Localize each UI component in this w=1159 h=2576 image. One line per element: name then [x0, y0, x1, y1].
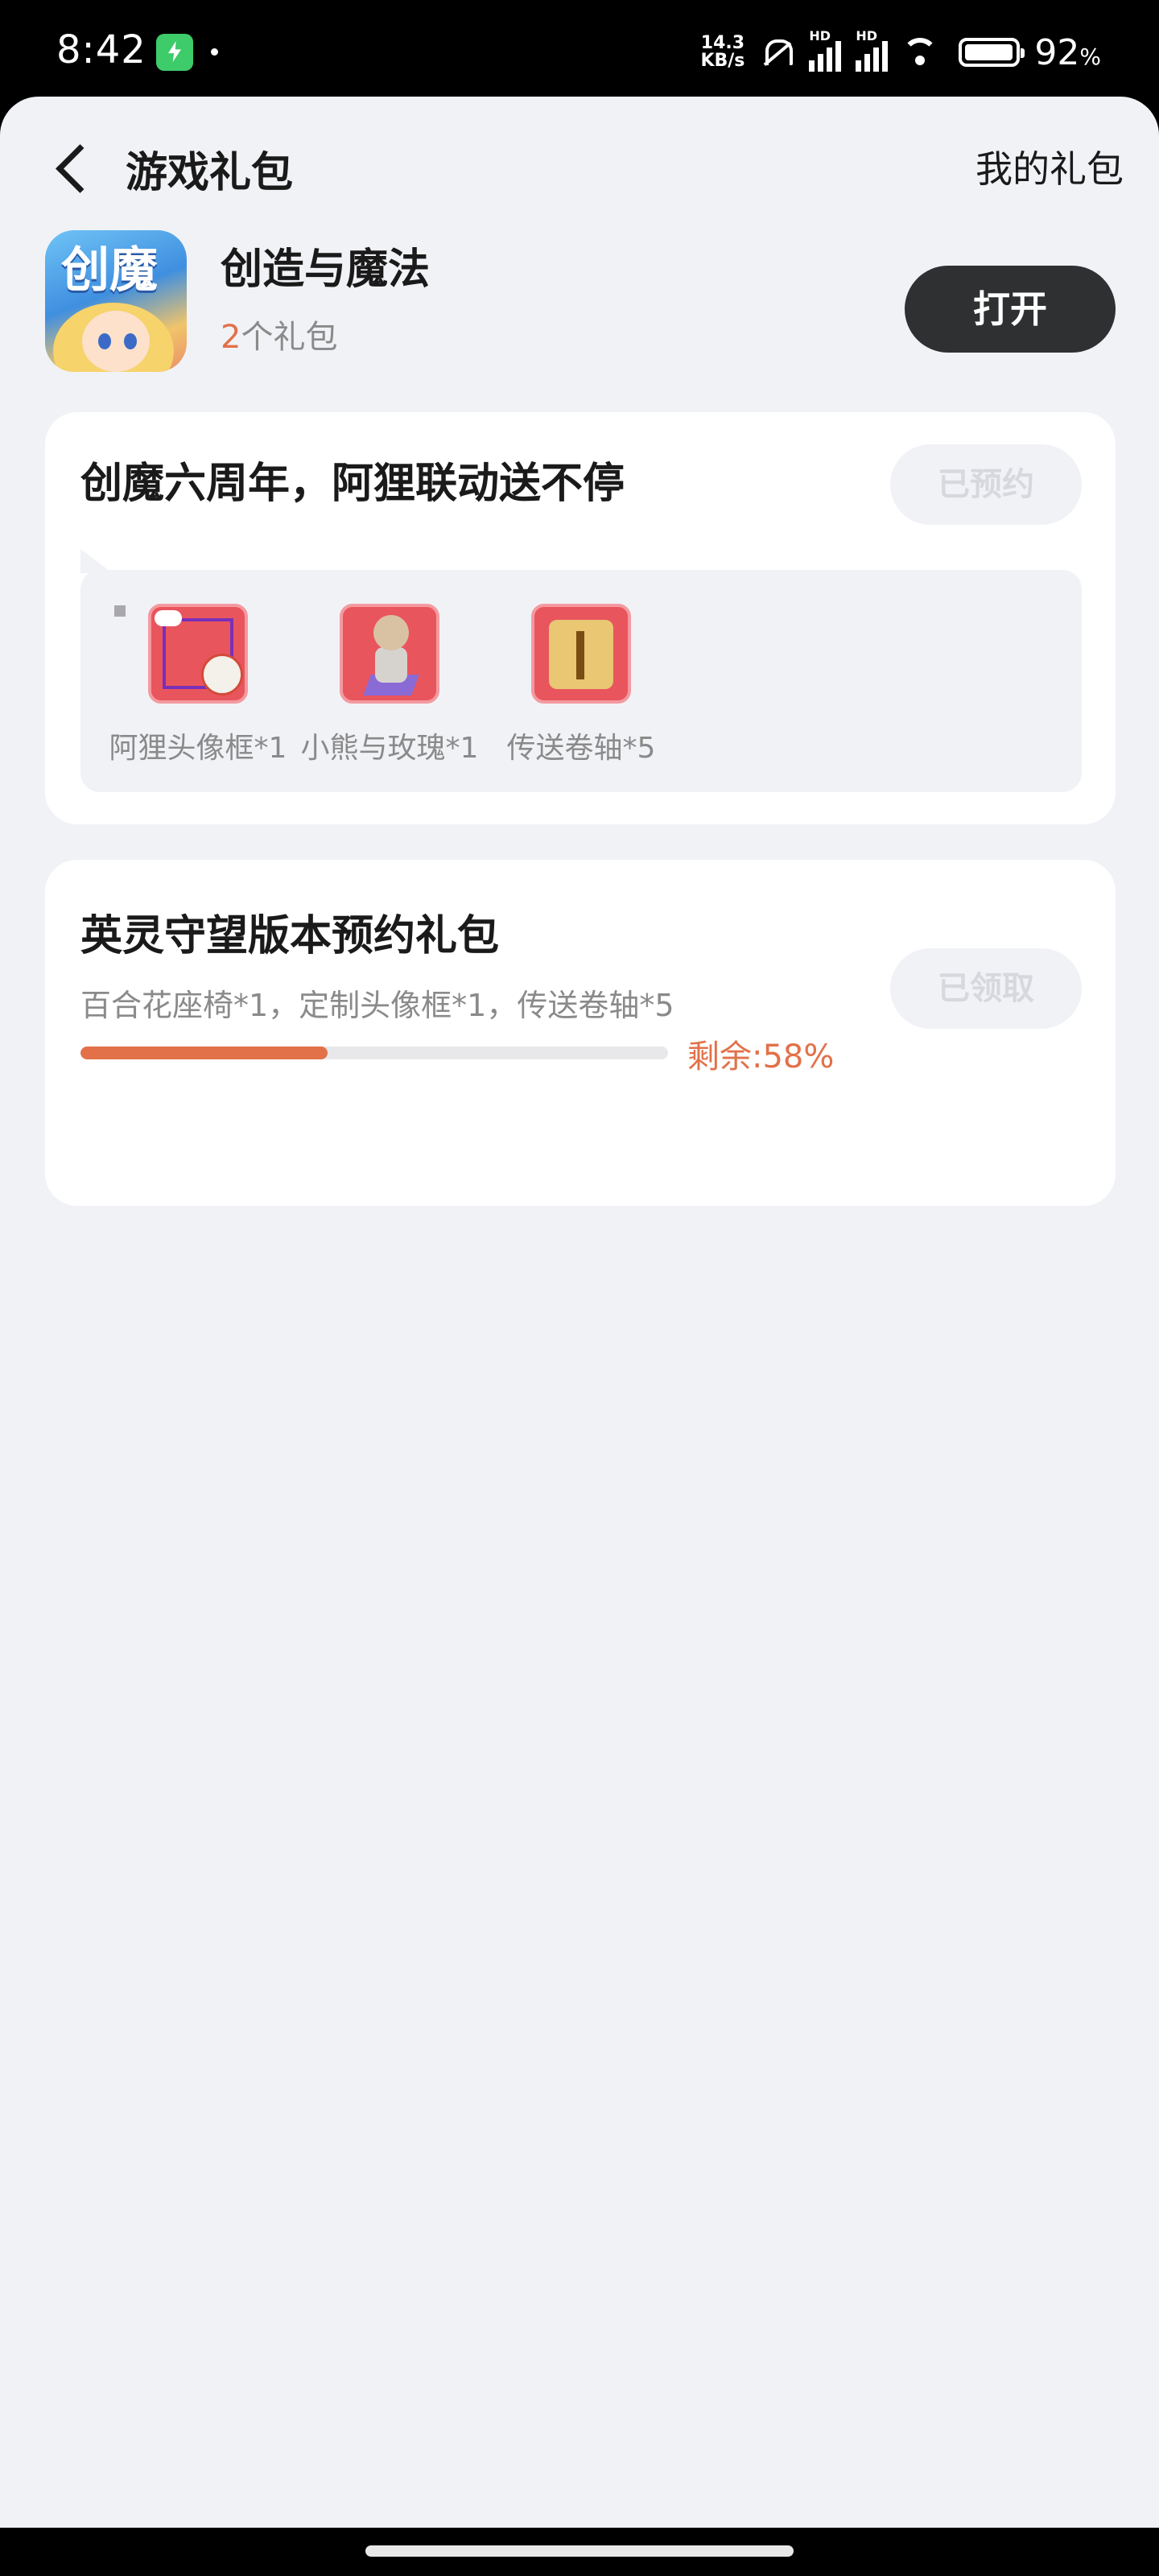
- teleport-scroll-icon: [531, 604, 631, 704]
- reward-item[interactable]: 阿狸头像框*1: [101, 604, 295, 766]
- reward-label: 传送卷轴*5: [506, 732, 656, 765]
- game-name: 创造与魔法: [221, 246, 431, 294]
- reward-label: 阿狸头像框*1: [109, 732, 287, 765]
- claimed-button[interactable]: 已领取: [890, 948, 1082, 1029]
- gift-pack-card: 创魔六周年，阿狸联动送不停 已预约 阿狸头像框*1 小熊与玫瑰*1 传送卷轴*5: [45, 412, 1116, 824]
- bear-rose-icon: [340, 604, 439, 704]
- pack-items: 百合花座椅*1，定制头像框*1，传送卷轴*5: [80, 988, 674, 1023]
- page-title: 游戏礼包: [126, 149, 294, 197]
- wifi-icon: [902, 35, 944, 70]
- shield-charge-icon: [156, 34, 193, 71]
- net-speed-unit: KB/s: [700, 51, 745, 71]
- net-speed: 14.3 KB/s: [700, 35, 744, 70]
- status-time: 8:42: [56, 27, 146, 72]
- signal-label: HD: [856, 28, 878, 43]
- my-gifts-link[interactable]: 我的礼包: [975, 140, 1124, 193]
- top-bar: 游戏礼包 我的礼包: [0, 97, 1159, 225]
- reserved-button[interactable]: 已预约: [890, 444, 1082, 525]
- status-bar: 8:42 14.3 KB/s HD HD 92%: [0, 0, 1159, 97]
- reward-item[interactable]: 传送卷轴*5: [485, 604, 678, 766]
- home-indicator[interactable]: [365, 2545, 794, 2557]
- remaining-progress-bar: [80, 1046, 668, 1059]
- reward-list: 阿狸头像框*1 小熊与玫瑰*1 传送卷轴*5: [80, 570, 1082, 792]
- reward-label: 小熊与玫瑰*1: [300, 732, 479, 765]
- pack-title: 创魔六周年，阿狸联动送不停: [80, 460, 625, 508]
- battery-icon: [959, 38, 1025, 67]
- gift-sheet: 游戏礼包 我的礼包 创魔 创造与魔法 2个礼包 打开 创魔六周年，阿狸联动送不停…: [0, 97, 1159, 2528]
- game-header: 创魔 创造与魔法 2个礼包 打开: [0, 230, 1159, 383]
- signal-icon: HD: [856, 28, 889, 72]
- chevron-left-icon[interactable]: [47, 134, 95, 198]
- progress-fill: [80, 1046, 328, 1059]
- avatar-frame-icon: [148, 604, 248, 704]
- remaining-label: 剩余:58%: [687, 1038, 835, 1075]
- battery-percent: 92%: [1034, 31, 1101, 73]
- reward-item[interactable]: 小熊与玫瑰*1: [293, 604, 486, 766]
- navigation-bar: [0, 2528, 1159, 2576]
- signal-label: HD: [809, 28, 831, 43]
- signal-icon: HD: [809, 28, 842, 72]
- gift-pack-card: 英灵守望版本预约礼包 百合花座椅*1，定制头像框*1，传送卷轴*5 剩余:58%…: [45, 860, 1116, 1206]
- pack-title: 英灵守望版本预约礼包: [80, 912, 500, 960]
- open-game-button[interactable]: 打开: [905, 266, 1116, 353]
- notification-dot-icon: [211, 48, 218, 56]
- gift-count: 2个礼包: [221, 319, 338, 356]
- game-app-icon[interactable]: 创魔: [45, 230, 187, 372]
- status-indicators: 14.3 KB/s HD HD 92%: [700, 24, 1101, 80]
- net-speed-value: 14.3: [700, 33, 745, 53]
- mute-bell-icon: [759, 35, 794, 70]
